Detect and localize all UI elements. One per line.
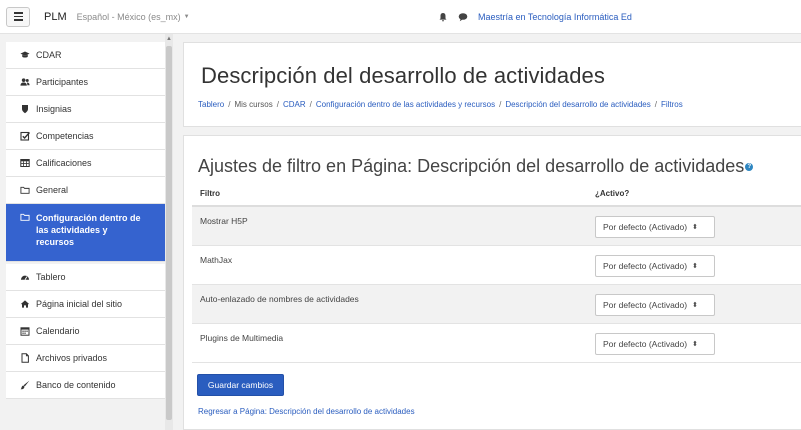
drawer-item-label: Calendario xyxy=(36,326,80,336)
chat-bubble-icon[interactable] xyxy=(458,12,468,22)
page-title: Descripción del desarrollo de actividade… xyxy=(201,63,605,88)
filter-name: Plugins de Multimedia xyxy=(200,333,284,343)
table-row: MathJax Por defecto (Activado) ⬍ xyxy=(192,246,801,285)
table-header: Filtro ¿Activo? xyxy=(192,181,801,207)
drawer-item-label: Calificaciones xyxy=(36,158,92,168)
return-link[interactable]: Regresar a Página: Descripción del desar… xyxy=(198,407,415,416)
breadcrumb-tablero[interactable]: Tablero xyxy=(198,100,224,109)
table-row: Plugins de Multimedia Por defecto (Activ… xyxy=(192,324,801,363)
drawer-item-archivos[interactable]: Archivos privados xyxy=(6,345,165,372)
breadcrumb-separator: / xyxy=(309,100,312,109)
drawer-item-label: Participantes xyxy=(36,77,89,87)
caret-down-icon: ▼ xyxy=(183,13,190,20)
users-icon xyxy=(20,77,30,87)
filter-name: Auto-enlazado de nombres de actividades xyxy=(200,294,359,304)
calendar-icon xyxy=(20,326,30,336)
table-icon xyxy=(20,158,30,168)
filter-name: Mostrar H5P xyxy=(200,216,248,226)
drawer-item-label: Tablero xyxy=(36,272,66,282)
filter-state-select[interactable]: Por defecto (Activado) ⬍ xyxy=(595,216,715,238)
tachometer-icon xyxy=(20,272,30,282)
filter-state-select[interactable]: Por defecto (Activado) ⬍ xyxy=(595,294,715,316)
drawer-item-competencias[interactable]: Competencias xyxy=(6,123,165,150)
drawer-scrollbar[interactable]: ▲ xyxy=(165,34,173,430)
drawer-item-participantes[interactable]: Participantes xyxy=(6,69,165,96)
nav-drawer: CDAR Participantes Insignias Competencia… xyxy=(6,42,165,430)
drawer-item-label: Página inicial del sitio xyxy=(36,299,123,309)
select-arrows-icon: ⬍ xyxy=(692,224,698,231)
folder-icon xyxy=(20,185,30,195)
breadcrumb-separator: / xyxy=(499,100,502,109)
drawer-item-label: Configuración dentro de las actividades … xyxy=(36,213,141,247)
column-header-filter: Filtro xyxy=(200,189,220,198)
table-row: Auto-enlazado de nombres de actividades … xyxy=(192,285,801,324)
user-menu-link[interactable]: Maestría en Tecnología Informática Ed xyxy=(478,12,632,22)
breadcrumb-mis-cursos: Mis cursos xyxy=(234,100,273,109)
drawer-item-calendario[interactable]: Calendario xyxy=(6,318,165,345)
drawer-item-label: Banco de contenido xyxy=(36,380,116,390)
bell-icon[interactable] xyxy=(438,12,448,22)
filter-settings-card: Ajustes de filtro en Página: Descripción… xyxy=(183,135,801,430)
scrollbar-thumb[interactable] xyxy=(166,46,172,420)
site-brand[interactable]: PLM xyxy=(44,11,67,23)
select-value: Por defecto (Activado) xyxy=(603,261,688,271)
table-row: Mostrar H5P Por defecto (Activado) ⬍ xyxy=(192,207,801,246)
language-selector[interactable]: Español - México (es_mx) ▼ xyxy=(77,12,190,22)
drawer-item-label: General xyxy=(36,185,69,195)
nav-right: Maestría en Tecnología Informática Ed xyxy=(438,0,632,34)
select-arrows-icon: ⬍ xyxy=(692,341,698,348)
select-value: Por defecto (Activado) xyxy=(603,339,688,349)
shield-icon xyxy=(20,104,30,114)
breadcrumb-configuracion[interactable]: Configuración dentro de las actividades … xyxy=(316,100,495,109)
drawer-item-cdar[interactable]: CDAR xyxy=(6,42,165,69)
drawer-item-label: Insignias xyxy=(36,104,72,114)
drawer-item-label: Archivos privados xyxy=(36,353,108,363)
breadcrumb-separator: / xyxy=(654,100,657,109)
select-arrows-icon: ⬍ xyxy=(692,302,698,309)
select-value: Por defecto (Activado) xyxy=(603,222,688,232)
help-icon[interactable]: ? xyxy=(745,163,754,172)
hamburger-menu-icon[interactable] xyxy=(6,6,30,27)
breadcrumb-cdar[interactable]: CDAR xyxy=(283,100,306,109)
top-navbar: PLM Español - México (es_mx) ▼ Maestría … xyxy=(0,0,801,34)
breadcrumb-descripcion[interactable]: Descripción del desarrollo de actividade… xyxy=(505,100,650,109)
drawer-item-insignias[interactable]: Insignias xyxy=(6,96,165,123)
column-header-active: ¿Activo? xyxy=(595,189,630,198)
scroll-up-arrow-icon[interactable]: ▲ xyxy=(166,36,172,42)
drawer-item-general[interactable]: General xyxy=(6,177,165,204)
drawer-item-banco[interactable]: Banco de contenido xyxy=(6,372,165,399)
filter-name: MathJax xyxy=(200,255,233,265)
drawer-item-configuracion[interactable]: Configuración dentro de las actividades … xyxy=(6,204,165,262)
breadcrumb: Tablero / Mis cursos / CDAR / Configuración de… xyxy=(198,100,683,109)
language-label: Español - México (es_mx) xyxy=(76,11,181,22)
drawer-item-label: CDAR xyxy=(36,50,62,60)
page-header: Descripción del desarrollo de actividade… xyxy=(183,42,801,127)
paint-brush-icon xyxy=(20,380,30,390)
home-icon xyxy=(20,299,30,309)
breadcrumb-separator: / xyxy=(228,100,231,109)
select-arrows-icon: ⬍ xyxy=(692,263,698,270)
folder-icon xyxy=(20,212,30,222)
checkbox-icon xyxy=(20,131,30,141)
section-title-text: Ajustes de filtro en Página: Descripción… xyxy=(198,156,745,176)
file-icon xyxy=(20,353,30,363)
drawer-item-pagina-inicial[interactable]: Página inicial del sitio xyxy=(6,291,165,318)
drawer-item-tablero[interactable]: Tablero xyxy=(6,264,165,291)
section-title: Ajustes de filtro en Página: Descripción… xyxy=(198,156,754,177)
drawer-item-label: Competencias xyxy=(36,131,94,141)
breadcrumb-separator: / xyxy=(276,100,279,109)
save-changes-button[interactable]: Guardar cambios xyxy=(197,374,284,396)
select-value: Por defecto (Activado) xyxy=(603,300,688,310)
drawer-item-calificaciones[interactable]: Calificaciones xyxy=(6,150,165,177)
filter-table: Filtro ¿Activo? Mostrar H5P Por defecto … xyxy=(192,181,801,363)
filter-state-select[interactable]: Por defecto (Activado) ⬍ xyxy=(595,333,715,355)
graduation-cap-icon xyxy=(20,50,30,60)
filter-state-select[interactable]: Por defecto (Activado) ⬍ xyxy=(595,255,715,277)
breadcrumb-filtros[interactable]: Filtros xyxy=(661,100,683,109)
